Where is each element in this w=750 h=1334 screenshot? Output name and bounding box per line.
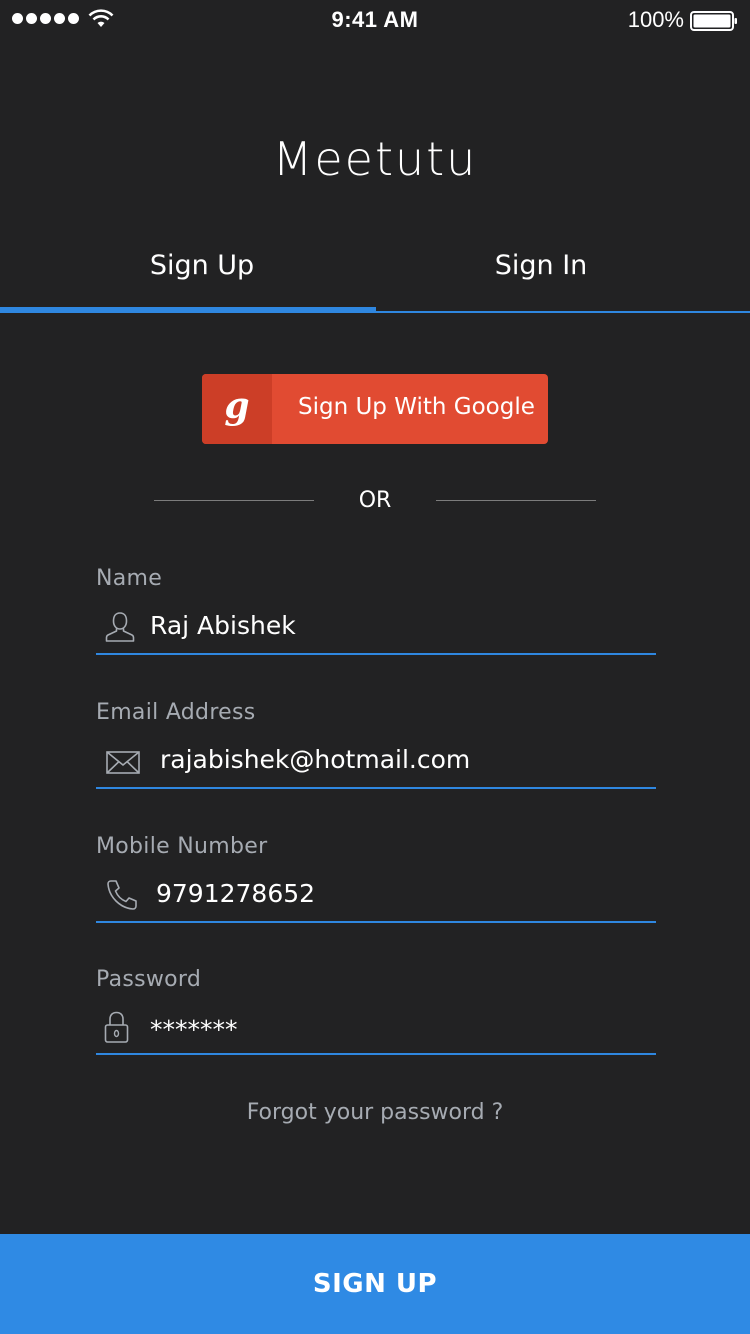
battery-percentage: 100% xyxy=(627,7,684,32)
name-field[interactable]: Raj Abishek xyxy=(96,599,656,655)
google-sign-up-button[interactable]: g Sign Up With Google xyxy=(202,374,548,444)
auth-tabs: Sign Up Sign In xyxy=(0,250,750,314)
tab-sign-up[interactable]: Sign Up xyxy=(28,250,376,314)
forgot-password-link[interactable]: Forgot your password ? xyxy=(0,1100,750,1125)
password-label: Password xyxy=(96,967,202,992)
mobile-input[interactable]: 9791278652 xyxy=(156,879,315,908)
password-input[interactable]: ******* xyxy=(150,1015,238,1044)
divider-right xyxy=(436,500,596,501)
password-field[interactable]: ******* xyxy=(96,999,656,1055)
sign-up-button[interactable]: SIGN UP xyxy=(0,1234,750,1334)
signup-screen: 9:41 AM 100% Meetutu Sign Up Sign In g S… xyxy=(0,0,750,1334)
tab-active-indicator xyxy=(0,307,376,313)
email-field[interactable]: rajabishek@hotmail.com xyxy=(96,733,656,789)
phone-icon xyxy=(107,880,137,910)
tab-underline xyxy=(376,311,750,313)
name-label: Name xyxy=(96,566,163,591)
email-label: Email Address xyxy=(96,700,256,725)
lock-icon xyxy=(104,1011,129,1043)
name-input[interactable]: Raj Abishek xyxy=(150,611,296,640)
or-divider-label: OR xyxy=(358,488,392,513)
google-button-label: Sign Up With Google xyxy=(298,394,535,420)
email-input[interactable]: rajabishek@hotmail.com xyxy=(160,745,470,774)
google-icon: g xyxy=(224,385,250,427)
battery-icon xyxy=(690,11,737,31)
tab-sign-in[interactable]: Sign In xyxy=(370,250,712,314)
mobile-field[interactable]: 9791278652 xyxy=(96,867,656,923)
status-bar: 9:41 AM 100% xyxy=(0,0,750,40)
mobile-label: Mobile Number xyxy=(96,834,268,859)
user-icon xyxy=(105,612,135,642)
app-title: Meetutu xyxy=(272,132,478,186)
envelope-icon xyxy=(106,751,140,774)
